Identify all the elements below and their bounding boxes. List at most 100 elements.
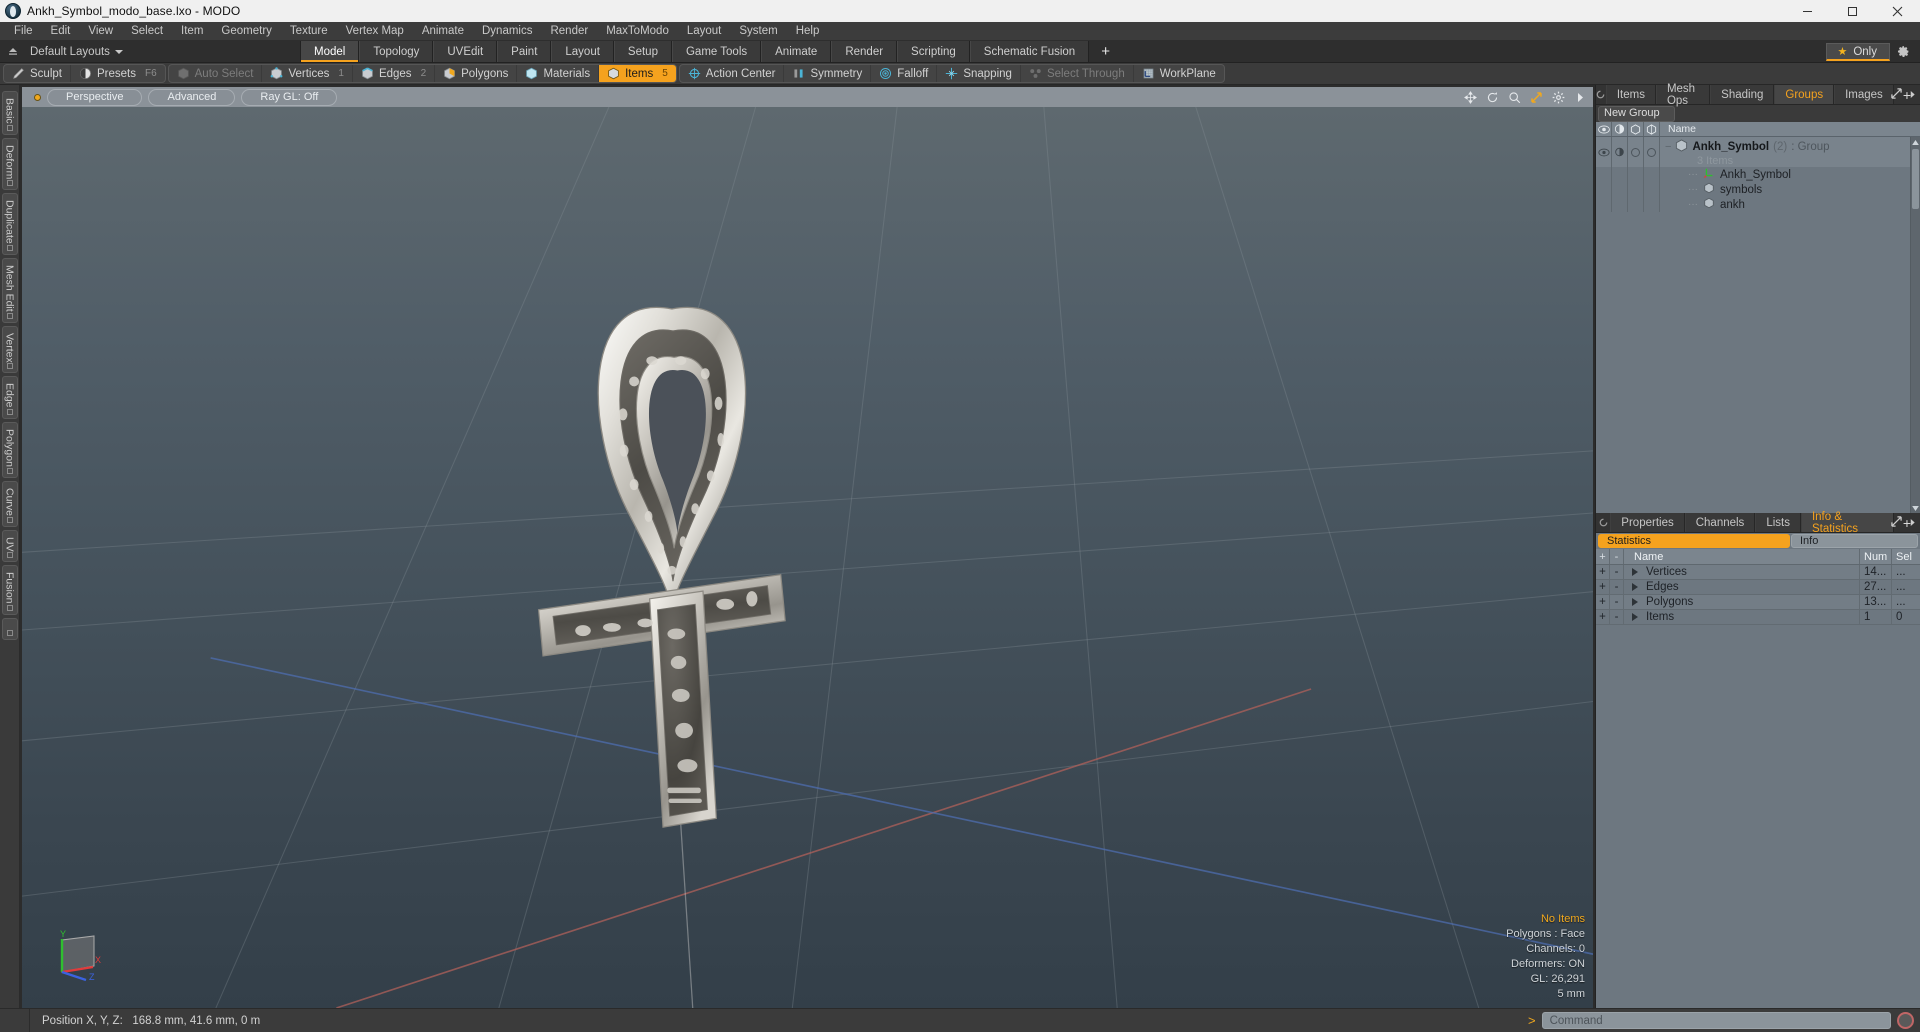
symmetry-button[interactable]: Symmetry (784, 65, 872, 82)
row-add-button[interactable]: + (1596, 580, 1610, 594)
materials-button[interactable]: Materials (517, 65, 600, 82)
row-remove-button[interactable]: - (1610, 595, 1624, 609)
popover-up-icon[interactable] (4, 43, 22, 61)
chevron-right-icon[interactable] (1909, 86, 1916, 104)
expand-triangle-icon[interactable] (1632, 598, 1638, 606)
table-row[interactable]: + - Polygons 13... ... (1596, 595, 1920, 610)
subtab-statistics[interactable]: Statistics (1598, 534, 1790, 548)
row-remove-button[interactable]: - (1610, 565, 1624, 579)
layout-tab-layout[interactable]: Layout (551, 41, 614, 62)
sculpt-button[interactable]: Sculpt (4, 65, 71, 82)
table-row[interactable]: − Ankh_Symbol (2) : Group 3 Items (1596, 137, 1910, 167)
scrollbar-thumb[interactable] (1912, 149, 1919, 209)
viewport-shading-button[interactable]: Advanced (148, 88, 236, 106)
snapping-button[interactable]: Snapping (937, 65, 1021, 82)
items-button[interactable]: Items 5 (599, 65, 676, 82)
menu-item-vertex-map[interactable]: Vertex Map (337, 22, 413, 40)
table-row[interactable]: + - Items 1 0 (1596, 610, 1920, 625)
row-add-button[interactable]: + (1596, 565, 1610, 579)
layout-tab-uvedit[interactable]: UVEdit (433, 41, 498, 62)
maximize-icon[interactable] (1830, 0, 1875, 22)
panel-menu-icon[interactable] (1596, 513, 1610, 532)
menu-item-maxtomodo[interactable]: MaxToModo (597, 22, 678, 40)
gear-icon[interactable] (1892, 43, 1914, 61)
workplane-button[interactable]: WorkPlane (1134, 65, 1224, 82)
falloff-button[interactable]: Falloff (871, 65, 938, 82)
new-group-button[interactable]: New Group (1598, 105, 1675, 122)
left-tab-duplicate[interactable]: Duplicate (1, 193, 18, 255)
menu-item-view[interactable]: View (79, 22, 122, 40)
tab-images[interactable]: Images (1834, 85, 1894, 104)
left-tab-fusion[interactable]: Fusion (1, 565, 18, 615)
auto-select-button[interactable]: Auto Select (169, 65, 263, 82)
tab-groups[interactable]: Groups (1774, 85, 1835, 104)
viewport-projection-button[interactable]: Perspective (47, 88, 143, 106)
menu-item-layout[interactable]: Layout (678, 22, 731, 40)
layout-tab-model[interactable]: Model (300, 41, 360, 62)
table-row[interactable]: + - Vertices 14... ... (1596, 565, 1920, 580)
tab-items[interactable]: Items (1605, 85, 1656, 104)
chevron-right-icon[interactable] (1909, 514, 1916, 532)
tab-properties[interactable]: Properties (1610, 513, 1685, 532)
layout-tab-animate[interactable]: Animate (761, 41, 832, 62)
expand-panel-icon[interactable] (1891, 86, 1902, 104)
vertices-button[interactable]: Vertices 1 (262, 65, 353, 82)
layout-tab-game-tools[interactable]: Game Tools (671, 41, 762, 62)
layout-tab-setup[interactable]: Setup (613, 41, 672, 62)
expand-panel-icon[interactable] (1891, 514, 1902, 532)
layout-tab-render[interactable]: Render (831, 41, 898, 62)
left-tab-basic[interactable]: Basic (1, 91, 18, 135)
menu-item-help[interactable]: Help (787, 22, 829, 40)
rotate-icon[interactable] (1485, 90, 1499, 104)
tab-info-and-statistics[interactable]: Info & Statistics (1800, 511, 1894, 535)
zoom-icon[interactable] (1507, 90, 1521, 104)
left-tab-mesh-edit[interactable]: Mesh Edit (1, 257, 18, 323)
expand-triangle-icon[interactable] (1632, 568, 1638, 576)
action-center-button[interactable]: Action Center (680, 65, 785, 82)
fit-icon[interactable] (1529, 90, 1543, 104)
tab-shading[interactable]: Shading (1710, 85, 1775, 104)
row-remove-button[interactable]: - (1610, 610, 1624, 624)
list-item[interactable]: ··· ankh (1596, 197, 1910, 212)
scroll-down-icon[interactable] (1911, 503, 1920, 513)
group-tree-scrollbar[interactable] (1910, 137, 1920, 513)
list-item[interactable]: ··· Ankh_Symbol (1596, 167, 1910, 182)
tab-lists[interactable]: Lists (1755, 513, 1801, 532)
menu-item-edit[interactable]: Edit (42, 22, 80, 40)
menu-item-item[interactable]: Item (172, 22, 212, 40)
row-render-toggle[interactable] (1628, 137, 1644, 167)
record-icon[interactable] (1897, 1012, 1914, 1029)
presets-button[interactable]: Presets F6 (71, 65, 165, 82)
minimize-icon[interactable] (1785, 0, 1830, 22)
pan-icon[interactable] (1463, 90, 1477, 104)
panel-menu-icon[interactable] (1596, 85, 1606, 104)
left-tab-polygon[interactable]: Polygon (1, 421, 18, 478)
layout-selector[interactable]: Default Layouts (22, 46, 131, 58)
axis-gizmo[interactable]: Y X Z (52, 926, 108, 982)
layout-tab-scripting[interactable]: Scripting (897, 41, 970, 62)
layout-tab-paint[interactable]: Paint (497, 41, 552, 62)
row-add-button[interactable]: + (1596, 595, 1610, 609)
list-item[interactable]: ··· symbols (1596, 182, 1910, 197)
table-row[interactable]: + - Edges 27... ... (1596, 580, 1920, 595)
left-tab-vertex[interactable]: Vertex (1, 325, 18, 374)
viewport-3d[interactable]: No Items Polygons : Face Channels: 0 Def… (22, 107, 1593, 1008)
left-tab-edge[interactable]: Edge (1, 376, 18, 419)
layout-tab-add-button[interactable]: + (1089, 41, 1122, 62)
menu-item-texture[interactable]: Texture (281, 22, 337, 40)
menu-item-render[interactable]: Render (541, 22, 597, 40)
left-tab-curve[interactable]: Curve (1, 480, 18, 527)
row-add-button[interactable]: + (1596, 610, 1610, 624)
left-tab-uv[interactable]: UV (1, 529, 18, 563)
gear-icon[interactable] (1551, 90, 1565, 104)
expand-triangle-icon[interactable] (1632, 583, 1638, 591)
command-input[interactable] (1541, 1012, 1891, 1029)
close-icon[interactable] (1875, 0, 1920, 22)
layout-tab-topology[interactable]: Topology (359, 41, 434, 62)
layout-tab-schematic-fusion[interactable]: Schematic Fusion (969, 41, 1090, 62)
menu-item-file[interactable]: File (5, 22, 42, 40)
row-lock-toggle[interactable] (1644, 137, 1660, 167)
select-through-button[interactable]: Select Through (1021, 65, 1134, 82)
tab-mesh-ops[interactable]: Mesh Ops (1655, 83, 1711, 107)
polygons-button[interactable]: Polygons (435, 65, 518, 82)
